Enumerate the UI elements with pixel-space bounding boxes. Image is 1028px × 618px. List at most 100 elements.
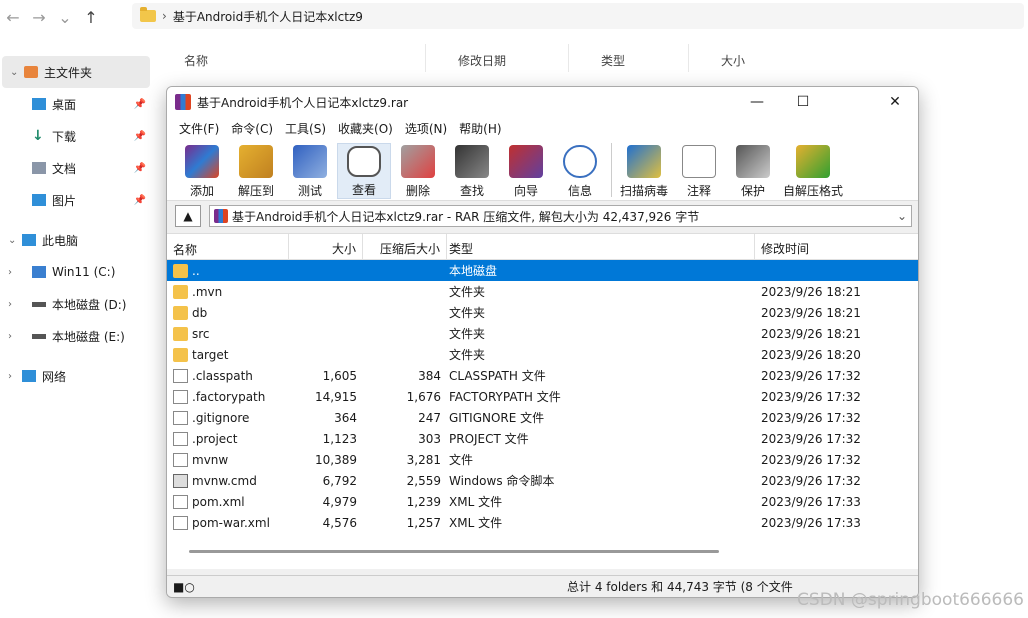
sidebar-item-home[interactable]: ⌄ 主文件夹 (2, 56, 150, 88)
winrar-icon (175, 94, 191, 110)
add-button[interactable]: 添加 (175, 143, 229, 199)
header-modified[interactable]: 修改时间 (755, 234, 915, 259)
scan-virus-button[interactable]: 扫描病毒 (616, 143, 672, 199)
test-check-icon (293, 145, 327, 178)
cell-type: 文件 (449, 453, 474, 467)
up-folder-icon[interactable]: ▲ (175, 205, 201, 227)
table-row[interactable]: mvnw 10,389 3,281 文件 2023/9/26 17:32 (167, 449, 918, 470)
expand-chevron-icon[interactable]: ⌄ (8, 235, 16, 246)
column-type[interactable]: 类型 (569, 44, 689, 72)
cell-modified: 2023/9/26 18:21 (761, 305, 861, 320)
expand-chevron-icon[interactable]: › (8, 331, 12, 342)
table-row[interactable]: .project 1,123 303 PROJECT 文件 2023/9/26 17:3… (167, 428, 918, 449)
button-label: 信息 (567, 184, 592, 198)
find-button[interactable]: 查找 (445, 143, 499, 199)
cell-packed: 2,559 (406, 473, 441, 488)
shield-icon (736, 145, 770, 178)
header-packed[interactable]: 压缩后大小 (363, 234, 447, 259)
menu-command[interactable]: 命令(C) (225, 120, 279, 137)
file-name: .. (192, 263, 200, 278)
cell-name: .gitignore (167, 410, 289, 425)
table-row[interactable]: .classpath 1,605 384 CLASSPATH 文件 2023/9/26 … (167, 365, 918, 386)
cell-type: CLASSPATH 文件 (449, 369, 546, 383)
sidebar-item-network[interactable]: › 网络 (0, 360, 152, 392)
up-arrow-icon[interactable]: ↑ (78, 4, 104, 30)
chevron-down-icon[interactable]: ⌄ (897, 209, 907, 223)
sidebar-item-drive-c[interactable]: › Win11 (C:) (0, 256, 152, 288)
sfx-button[interactable]: 自解压格式 (780, 143, 846, 199)
table-row[interactable]: target 文件夹 2023/9/26 18:20 (167, 344, 918, 365)
button-label: 扫描病毒 (619, 184, 668, 198)
file-name: pom-war.xml (192, 515, 270, 530)
horizontal-scrollbar[interactable] (189, 550, 719, 553)
header-name[interactable]: 名称 (167, 234, 289, 259)
test-button[interactable]: 测试 (283, 143, 337, 199)
cell-name: .mvn (167, 284, 289, 299)
dropdown-icon[interactable]: ⌄ (52, 4, 78, 30)
sidebar-item-drive-d[interactable]: › 本地磁盘 (D:) (0, 288, 152, 320)
file-icon (173, 389, 188, 404)
view-button[interactable]: 查看 (337, 143, 391, 199)
table-row[interactable]: .mvn 文件夹 2023/9/26 18:21 (167, 281, 918, 302)
column-name[interactable]: 名称 (152, 44, 426, 72)
expand-chevron-icon[interactable]: › (8, 371, 12, 382)
info-button[interactable]: 信息 (553, 143, 607, 199)
table-row[interactable]: pom-war.xml 4,576 1,257 XML 文件 2023/9/26 17:… (167, 512, 918, 533)
table-row[interactable]: db 文件夹 2023/9/26 18:21 (167, 302, 918, 323)
menu-help[interactable]: 帮助(H) (453, 120, 507, 137)
menu-file[interactable]: 文件(F) (173, 120, 225, 137)
file-name: src (192, 326, 210, 341)
header-type[interactable]: 类型 (447, 234, 755, 259)
table-row[interactable]: mvnw.cmd 6,792 2,559 Windows 命令脚本 2023/9/26 … (167, 470, 918, 491)
header-size[interactable]: 大小 (289, 234, 363, 259)
maximize-icon[interactable]: ☐ (780, 87, 826, 117)
table-row[interactable]: src 文件夹 2023/9/26 18:21 (167, 323, 918, 344)
column-modified[interactable]: 修改日期 (426, 44, 569, 72)
cell-size: 10,389 (315, 452, 357, 467)
drive-key-icon: ■○ (173, 579, 195, 594)
button-label: 测试 (297, 184, 322, 198)
folder-icon (173, 263, 188, 278)
address-bar[interactable]: › 基于Android手机个人日记本xlctz9 (132, 3, 1024, 29)
script-file-icon (173, 473, 188, 488)
menu-options[interactable]: 选项(N) (399, 120, 453, 137)
table-row[interactable]: .. 本地磁盘 (167, 260, 918, 281)
delete-button[interactable]: 删除 (391, 143, 445, 199)
expand-chevron-icon[interactable]: › (8, 267, 12, 278)
close-icon[interactable]: ✕ (872, 87, 918, 117)
cell-packed: 384 (418, 368, 441, 383)
file-name: .classpath (192, 368, 253, 383)
protect-button[interactable]: 保护 (726, 143, 780, 199)
toolbar-separator (611, 143, 612, 197)
back-arrow-icon[interactable]: ← (0, 4, 26, 30)
forward-arrow-icon[interactable]: → (26, 4, 52, 30)
column-size[interactable]: 大小 (689, 44, 767, 72)
archive-path-field[interactable]: 基于Android手机个人日记本xlctz9.rar - RAR 压缩文件, 解… (209, 205, 912, 227)
wizard-button[interactable]: 向导 (499, 143, 553, 199)
menu-favorites[interactable]: 收藏夹(O) (332, 120, 399, 137)
minimize-icon[interactable]: — (734, 87, 780, 117)
download-icon: ↓ (32, 128, 44, 144)
cell-modified: 2023/9/26 18:21 (761, 284, 861, 299)
windows-drive-icon (32, 266, 46, 278)
sidebar-item-downloads[interactable]: ↓ 下载 📌 (0, 120, 152, 152)
sidebar-item-pictures[interactable]: 图片 📌 (0, 184, 152, 216)
table-row[interactable]: .factorypath 14,915 1,676 FACTORYPATH 文件 202… (167, 386, 918, 407)
sidebar-item-desktop[interactable]: 桌面 📌 (0, 88, 152, 120)
sidebar-item-drive-e[interactable]: › 本地磁盘 (E:) (0, 320, 152, 352)
extract-folder-icon (239, 145, 273, 178)
file-icon (173, 452, 188, 467)
comment-button[interactable]: 注释 (672, 143, 726, 199)
folder-icon (173, 347, 188, 362)
extract-to-button[interactable]: 解压到 (229, 143, 283, 199)
folder-icon (140, 7, 156, 22)
menu-tools[interactable]: 工具(S) (279, 120, 332, 137)
cell-type: 文件夹 (449, 306, 486, 320)
expand-chevron-icon[interactable]: ⌄ (10, 67, 18, 78)
folder-icon (173, 284, 188, 299)
sidebar-item-documents[interactable]: 文档 📌 (0, 152, 152, 184)
sidebar-item-this-pc[interactable]: ⌄ 此电脑 (0, 224, 152, 256)
table-row[interactable]: pom.xml 4,979 1,239 XML 文件 2023/9/26 17:33 (167, 491, 918, 512)
expand-chevron-icon[interactable]: › (8, 299, 12, 310)
table-row[interactable]: .gitignore 364 247 GITIGNORE 文件 2023/9/26 17… (167, 407, 918, 428)
